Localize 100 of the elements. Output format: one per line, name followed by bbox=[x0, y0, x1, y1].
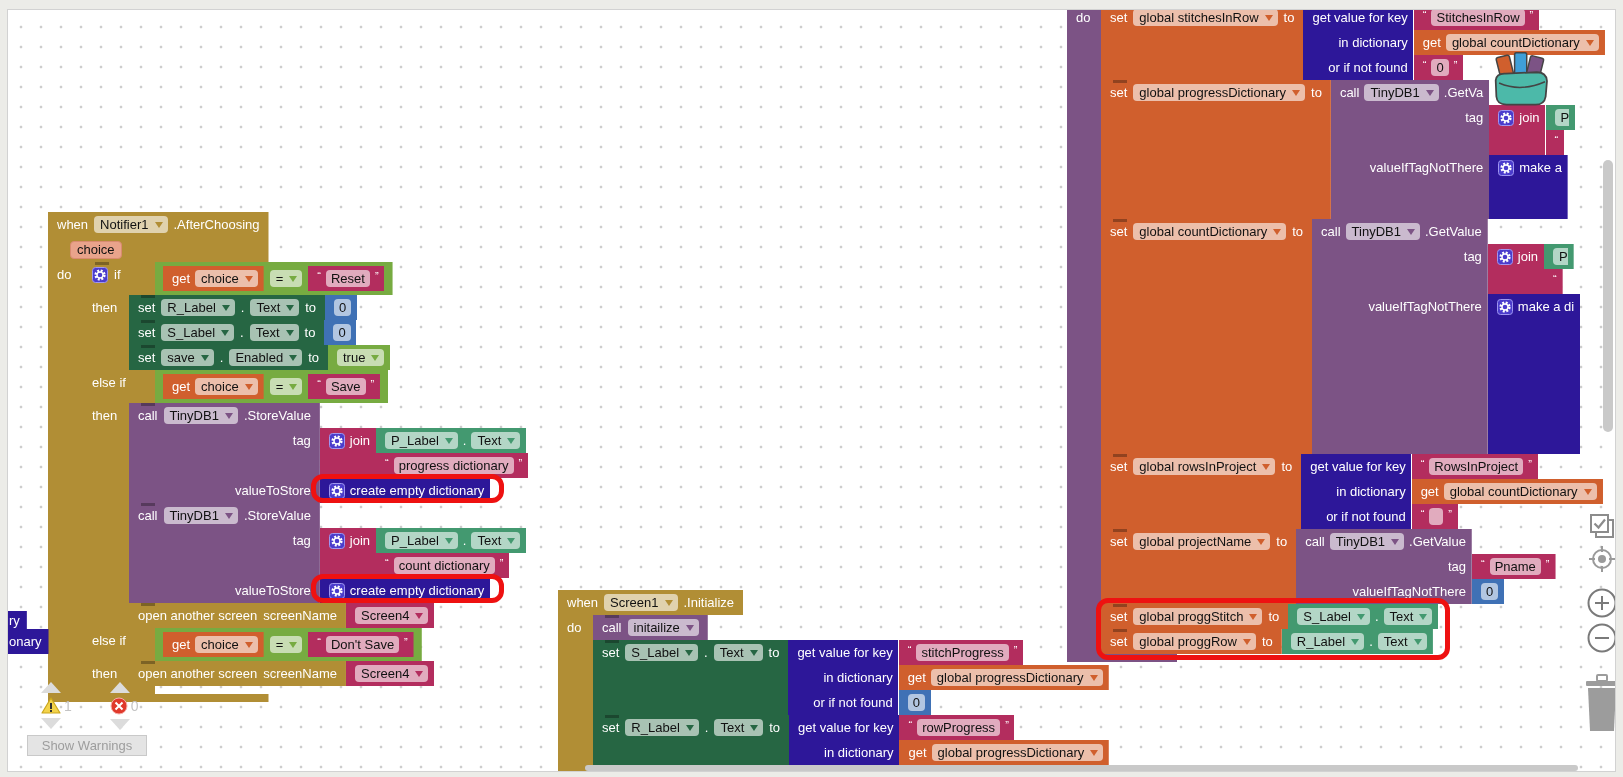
text-field[interactable]: RowsInProject bbox=[1429, 458, 1524, 475]
variable-setter-block[interactable]: set global countDictionary to call TinyDB1 .GetValue tag join P “ valueIfTagNotThere make a di bbox=[1101, 219, 1581, 454]
number-block[interactable]: 0 bbox=[325, 295, 358, 320]
gear-icon[interactable] bbox=[328, 482, 345, 499]
dropdown[interactable]: Text bbox=[250, 299, 300, 316]
check-square-icon[interactable] bbox=[1589, 513, 1615, 539]
dropdown[interactable]: R_Label bbox=[1290, 633, 1365, 650]
dropdown[interactable]: = bbox=[269, 270, 303, 287]
call-block[interactable]: call initailize bbox=[593, 615, 708, 640]
variable-setter-block[interactable]: set global rowsInProject to get value for key “ RowsInProject ” in dictionary get global countDictionary or if not found “ ” bbox=[1101, 454, 1603, 529]
call-block[interactable]: call TinyDB1 .GetValue tag “ Pname ” valueIfTagNotThere 0 bbox=[1296, 529, 1556, 604]
procedure-block[interactable] bbox=[1067, 10, 1605, 662]
text-block[interactable]: Screen4 bbox=[345, 661, 435, 686]
property-getter-block[interactable]: P bbox=[1545, 105, 1576, 130]
text-field[interactable]: 0 bbox=[333, 324, 351, 341]
text-field[interactable] bbox=[1429, 508, 1444, 525]
dropdown[interactable]: Text bbox=[713, 644, 763, 661]
vertical-scrollbar[interactable] bbox=[1603, 160, 1613, 432]
property-setter-block[interactable]: set R_Label . Text to 0 bbox=[129, 295, 358, 320]
text-block[interactable]: join P “ bbox=[1489, 105, 1576, 155]
dropdown[interactable]: Text bbox=[249, 324, 299, 341]
variable-setter-block[interactable]: set global progressDictionary to call TinyDB1 .GetVa tag join P “ valueIfTagNotThere make a bbox=[1101, 80, 1576, 219]
dictionary-block[interactable]: ry bbox=[8, 611, 27, 629]
dropdown[interactable]: S_Label bbox=[161, 324, 235, 341]
property-setter-block[interactable]: set S_Label . Text to 0 bbox=[129, 320, 357, 345]
parameter-name[interactable]: choice bbox=[70, 240, 122, 259]
logic-block[interactable]: get choice = “ Don't Save ” bbox=[155, 628, 422, 661]
dropdown[interactable]: TinyDB1 bbox=[163, 407, 238, 424]
text-field[interactable]: rowProgress bbox=[917, 719, 1001, 736]
number-block[interactable]: 0 bbox=[1471, 579, 1505, 604]
dropdown[interactable]: Text bbox=[471, 432, 521, 449]
zoom-in-icon[interactable] bbox=[1587, 588, 1615, 618]
variable-getter-block[interactable]: get choice bbox=[163, 632, 264, 657]
up-arrow-icon[interactable] bbox=[41, 682, 61, 693]
text-block[interactable]: “ RowsInProject ” bbox=[1411, 454, 1538, 479]
text-block[interactable]: “ stitchProgress ” bbox=[898, 640, 1024, 665]
text-block[interactable]: join P_Label . Text “ progress dictionary ” bbox=[319, 428, 529, 478]
dropdown[interactable]: P_Label bbox=[385, 532, 458, 549]
control-block[interactable]: open another screen screenName Screen4 bbox=[129, 603, 435, 628]
dropdown[interactable]: Text bbox=[1377, 633, 1427, 650]
variable-getter-block[interactable]: get global countDictionary bbox=[1411, 479, 1603, 504]
dropdown[interactable]: Screen4 bbox=[354, 607, 429, 624]
dropdown[interactable]: choice bbox=[195, 270, 258, 287]
dictionary-block[interactable]: make a bbox=[1489, 155, 1568, 219]
variable-setter-block[interactable]: set global stitchesInRow to get value for key “ StitchesInRow ” in dictionary get global countDictionary or if not found “ 0 ” bbox=[1101, 10, 1605, 80]
text-field[interactable]: Reset bbox=[325, 270, 370, 287]
property-getter-block[interactable]: P_Label . Text bbox=[376, 528, 527, 553]
text-block[interactable]: “ Pname ” bbox=[1471, 554, 1556, 579]
dropdown[interactable]: TinyDB1 bbox=[1345, 223, 1420, 240]
dropdown[interactable]: initailize bbox=[627, 619, 699, 636]
dropdown[interactable]: = bbox=[269, 378, 303, 395]
dropdown[interactable]: global progressDictionary bbox=[930, 669, 1103, 686]
dropdown[interactable]: global progressDictionary bbox=[931, 744, 1104, 761]
dropdown[interactable]: TinyDB1 bbox=[1364, 84, 1439, 101]
text-field[interactable]: 0 bbox=[1480, 583, 1499, 600]
zoom-out-icon[interactable] bbox=[1587, 623, 1615, 653]
text-field[interactable]: Don't Save bbox=[325, 636, 400, 653]
gear-icon[interactable] bbox=[1496, 248, 1513, 265]
property-setter-block[interactable]: set save . Enabled to true bbox=[129, 345, 391, 370]
logic-block[interactable]: true bbox=[328, 345, 391, 370]
dropdown[interactable]: global proggStitch bbox=[1133, 608, 1263, 625]
dropdown[interactable]: global projectName bbox=[1133, 533, 1271, 550]
dropdown[interactable]: Enabled bbox=[229, 349, 303, 366]
dropdown[interactable]: global progressDictionary bbox=[1133, 84, 1306, 101]
dictionary-block[interactable]: make a di bbox=[1487, 294, 1581, 454]
property-getter-block[interactable]: P bbox=[1544, 244, 1574, 269]
dropdown[interactable]: TinyDB1 bbox=[163, 507, 238, 524]
dropdown[interactable]: = bbox=[269, 636, 303, 653]
horizontal-scrollbar[interactable] bbox=[585, 765, 1578, 771]
variable-getter-block[interactable]: get choice bbox=[163, 266, 264, 291]
dropdown[interactable]: Screen1 bbox=[604, 594, 678, 611]
gear-icon[interactable] bbox=[1498, 109, 1515, 126]
control-block[interactable]: open another screen screenName Screen4 bbox=[129, 661, 435, 686]
dropdown[interactable]: global countDictionary bbox=[1445, 34, 1599, 51]
property-getter-block[interactable]: R_Label . Text bbox=[1281, 629, 1433, 654]
dropdown[interactable]: S_Label bbox=[625, 644, 699, 661]
text-field[interactable]: Pname bbox=[1489, 558, 1541, 575]
property-setter-block[interactable]: set R_Label . Text to get value for key “ rowProgress ” in dictionary get global progressDictionary bbox=[593, 715, 1110, 765]
dropdown[interactable]: Notifier1 bbox=[94, 216, 168, 233]
dropdown[interactable]: choice bbox=[195, 378, 258, 395]
call-block[interactable]: call TinyDB1 .GetVa tag join P “ valueIfTagNotThere make a bbox=[1330, 80, 1576, 219]
dropdown[interactable]: TinyDB1 bbox=[1329, 533, 1405, 550]
dropdown[interactable]: Text bbox=[714, 719, 764, 736]
dropdown[interactable]: Screen4 bbox=[354, 665, 429, 682]
text-block[interactable]: “ Don't Save ” bbox=[308, 632, 414, 657]
dictionary-block[interactable]: get value for key “ rowProgress ” in dictionary get global progressDictionary bbox=[789, 715, 1110, 765]
variable-getter-block[interactable]: get choice bbox=[163, 374, 264, 399]
dropdown[interactable]: global stitchesInRow bbox=[1133, 10, 1278, 26]
dropdown[interactable]: true bbox=[337, 349, 385, 366]
variable-getter-block[interactable]: get global progressDictionary bbox=[898, 665, 1109, 690]
property-getter-block[interactable]: S_Label . Text bbox=[1288, 604, 1439, 629]
text-field[interactable]: StitchesInRow bbox=[1431, 10, 1525, 26]
text-block[interactable]: Screen4 bbox=[345, 603, 435, 628]
text-field[interactable]: count dictionary bbox=[393, 557, 495, 574]
dropdown[interactable]: R_Label bbox=[625, 719, 699, 736]
dropdown[interactable]: global countDictionary bbox=[1443, 483, 1597, 500]
dropdown[interactable]: save bbox=[161, 349, 214, 366]
text-field[interactable]: 0 bbox=[907, 694, 925, 711]
logic-block[interactable]: get choice = “ Reset ” bbox=[155, 262, 393, 295]
text-block[interactable]: “ Reset ” bbox=[308, 266, 385, 291]
